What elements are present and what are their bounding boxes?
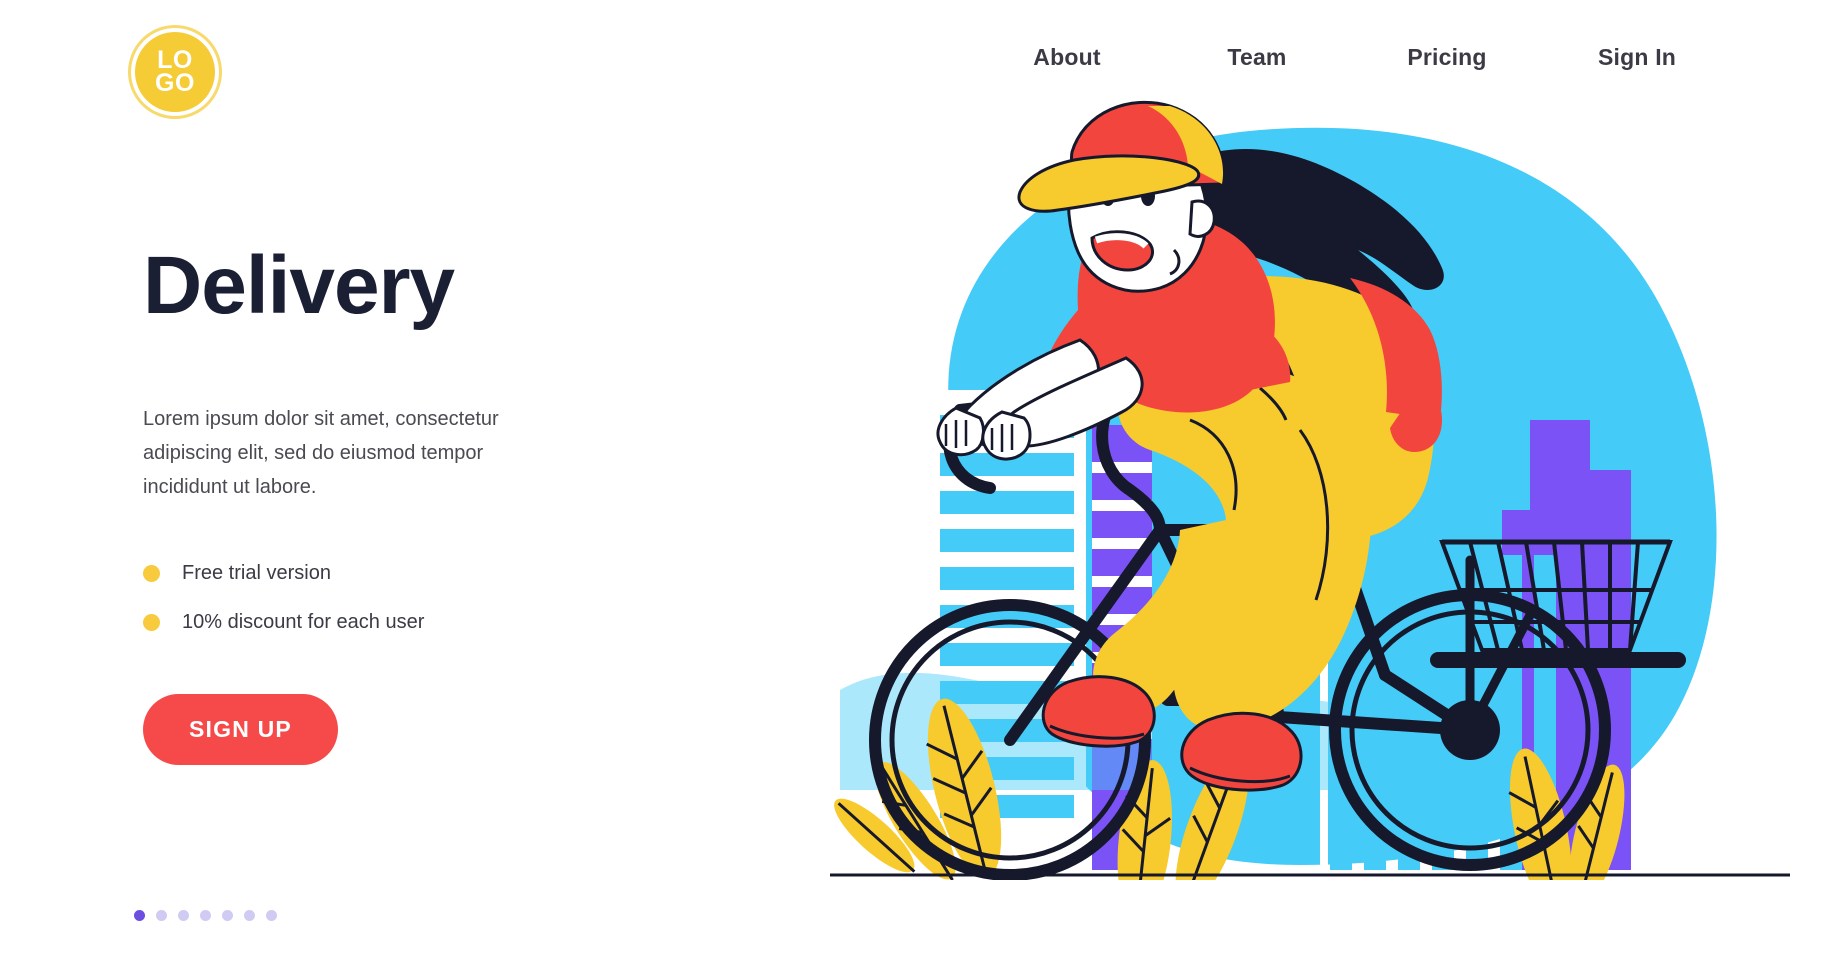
carousel-dot-3[interactable] xyxy=(178,910,189,921)
nav-item-team[interactable]: Team xyxy=(1162,44,1352,71)
list-item: 10% discount for each user xyxy=(143,611,613,634)
bullet-dot-icon xyxy=(143,565,160,582)
list-item: Free trial version xyxy=(143,562,613,585)
carousel-dot-1[interactable] xyxy=(134,910,145,921)
feature-label: 10% discount for each user xyxy=(182,611,425,633)
hero-illustration xyxy=(830,90,1790,935)
main-navigation: About Team Pricing Sign In xyxy=(972,44,1732,71)
page-title: Delivery xyxy=(143,240,455,331)
hero-description: Lorem ipsum dolor sit amet, consectetur … xyxy=(143,408,499,498)
landing-page: LO GO About Team Pricing Sign In Deliver… xyxy=(0,0,1837,980)
sign-up-button[interactable]: SIGN UP xyxy=(143,694,338,765)
carousel-dot-6[interactable] xyxy=(244,910,255,921)
carousel-dot-4[interactable] xyxy=(200,910,211,921)
logo-line-2: GO xyxy=(155,69,195,97)
logo[interactable]: LO GO xyxy=(128,25,222,119)
nav-item-pricing[interactable]: Pricing xyxy=(1352,44,1542,71)
carousel-dot-7[interactable] xyxy=(266,910,277,921)
carousel-dot-5[interactable] xyxy=(222,910,233,921)
bullet-dot-icon xyxy=(143,614,160,631)
shoe-back xyxy=(1041,675,1156,748)
logo-text: LO GO xyxy=(155,48,195,97)
hero-content: Delivery Lorem ipsum dolor sit amet, con… xyxy=(134,240,613,921)
feature-list: Free trial version 10% discount for each… xyxy=(143,562,613,634)
shoe-front xyxy=(1180,711,1303,792)
nav-item-about[interactable]: About xyxy=(972,44,1162,71)
carousel-dot-2[interactable] xyxy=(156,910,167,921)
nav-item-sign-in[interactable]: Sign In xyxy=(1542,44,1732,71)
feature-label: Free trial version xyxy=(182,562,331,584)
carousel-pagination xyxy=(134,910,277,921)
